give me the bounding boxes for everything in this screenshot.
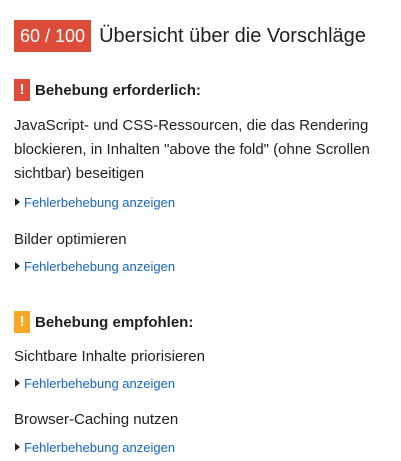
page-title: Übersicht über die Vorschläge (99, 24, 366, 47)
section-title: Behebung empfohlen: (35, 313, 194, 331)
section-header-recommended: ! Behebung empfohlen: (14, 311, 193, 333)
summary-header: 60 / 100 Übersicht über die Vorschläge (14, 20, 366, 52)
show-fix-link[interactable]: Fehlerbehebung anzeigen (14, 438, 175, 456)
expand-arrow-icon (15, 379, 20, 387)
expand-arrow-icon (15, 198, 20, 206)
rule-title: Sichtbare Inhalte priorisieren (14, 348, 205, 365)
show-fix-link[interactable]: Fehlerbehebung anzeigen (14, 193, 175, 211)
rule-title: JavaScript- und CSS-Ressourcen, die das … (14, 117, 370, 182)
rule-title: Bilder optimieren (14, 231, 127, 248)
score-badge: 60 / 100 (14, 20, 92, 52)
warning-icon: ! (14, 311, 30, 333)
link-label: Fehlerbehebung anzeigen (24, 439, 176, 455)
section-title: Behebung erforderlich: (35, 81, 201, 99)
error-icon: ! (14, 79, 30, 101)
expand-arrow-icon (15, 443, 20, 451)
rule-title: Browser-Caching nutzen (14, 411, 179, 428)
link-label: Fehlerbehebung anzeigen (24, 375, 176, 391)
expand-arrow-icon (15, 262, 20, 270)
show-fix-link[interactable]: Fehlerbehebung anzeigen (14, 257, 175, 275)
show-fix-link[interactable]: Fehlerbehebung anzeigen (14, 374, 175, 392)
link-label: Fehlerbehebung anzeigen (24, 194, 176, 210)
section-header-required: ! Behebung erforderlich: (14, 79, 201, 101)
link-label: Fehlerbehebung anzeigen (24, 258, 176, 274)
